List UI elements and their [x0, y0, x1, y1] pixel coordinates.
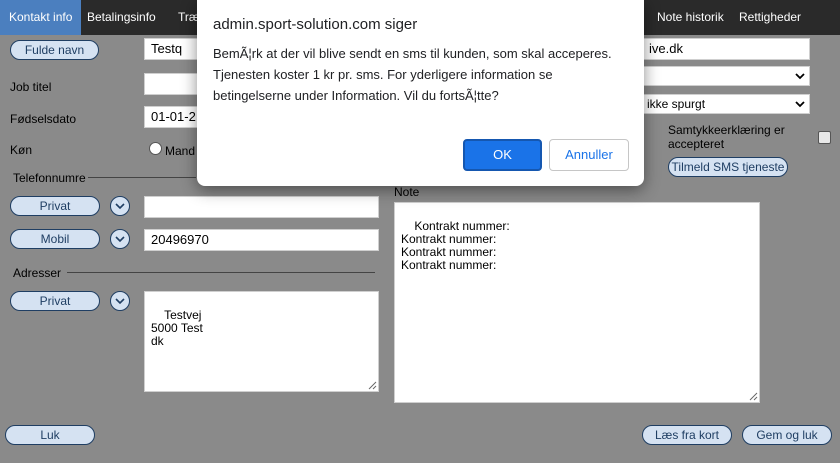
address-section-label: Adresser — [13, 266, 62, 280]
input-value: Testq — [151, 41, 183, 56]
tab-label: Kontakt info — [9, 10, 73, 24]
select-field-1[interactable] — [643, 66, 810, 86]
phone1-type-button[interactable]: Privat — [10, 196, 100, 216]
job-title-label: Job titel — [10, 80, 52, 94]
address-type-dropdown[interactable] — [110, 291, 130, 311]
chevron-down-icon — [115, 298, 125, 305]
email-input[interactable]: ive.dk — [643, 38, 810, 60]
confirm-dialog: admin.sport-solution.com siger BemÃ¦rk a… — [197, 0, 644, 186]
tab-label: Rettigheder — [739, 10, 802, 24]
address-type-button[interactable]: Privat — [10, 291, 100, 311]
phone1-type-dropdown[interactable] — [110, 196, 130, 216]
note-label: Note — [394, 185, 420, 199]
textarea-value: Kontrakt nummer: Kontrakt nummer: Kontra… — [401, 219, 510, 272]
tab-label: Note historik — [657, 10, 724, 24]
consent-label: Samtykkeerklæring er accepteret — [668, 123, 785, 151]
consent-checkbox[interactable] — [818, 131, 831, 144]
full-name-button[interactable]: Fulde navn — [10, 40, 99, 60]
button-label: OK — [493, 147, 512, 162]
ok-button[interactable]: OK — [463, 139, 542, 171]
phone2-input[interactable]: 20496970 — [144, 229, 379, 251]
phone2-type-button[interactable]: Mobil — [10, 229, 100, 249]
chevron-down-icon — [115, 203, 125, 210]
phone2-type-dropdown[interactable] — [110, 229, 130, 249]
gender-label: Køn — [10, 143, 33, 157]
phone1-input[interactable] — [144, 196, 379, 218]
button-label: Læs fra kort — [654, 428, 720, 442]
button-label: Fulde navn — [24, 43, 85, 57]
button-label: Luk — [40, 428, 60, 442]
full-name-input[interactable]: Testq — [144, 38, 204, 60]
button-label: Tilmeld SMS tjeneste — [671, 160, 785, 174]
sms-signup-button[interactable]: Tilmeld SMS tjeneste — [668, 157, 788, 177]
tab-note-historik[interactable]: Note historik — [657, 0, 724, 35]
birthdate-input[interactable]: 01-01-2 — [144, 106, 204, 128]
read-card-button[interactable]: Læs fra kort — [642, 425, 732, 445]
button-label: Mobil — [40, 232, 70, 246]
select-field-2[interactable]: ikke spurgt — [643, 94, 810, 114]
address-textarea[interactable]: Testvej 5000 Test dk — [144, 291, 379, 392]
chevron-down-icon — [795, 101, 805, 108]
tab-betalingsinfo[interactable]: Betalingsinfo — [87, 0, 156, 35]
chevron-down-icon — [115, 236, 125, 243]
birthdate-label: Fødselsdato — [10, 112, 77, 126]
divider — [67, 272, 375, 273]
gender-male-label: Mand — [165, 144, 196, 158]
resize-grip-icon[interactable] — [749, 392, 758, 401]
select-value: ikke spurgt — [647, 97, 706, 111]
button-label: Privat — [39, 294, 71, 308]
tab-kontakt-info[interactable]: Kontakt info — [0, 0, 82, 35]
tab-rettigheder[interactable]: Rettigheder — [739, 0, 801, 35]
dialog-message: BemÃ¦rk at der vil blive sendt en sms ti… — [213, 46, 612, 103]
textarea-value: Testvej 5000 Test dk — [151, 308, 203, 348]
resize-grip-icon[interactable] — [368, 381, 377, 390]
gender-male-radio[interactable] — [149, 142, 162, 155]
tab-label: Betalingsinfo — [87, 10, 156, 24]
button-label: Privat — [39, 199, 71, 213]
phone-section-label: Telefonnumre — [13, 171, 86, 185]
cancel-button[interactable]: Annuller — [549, 139, 629, 171]
note-textarea[interactable]: Kontrakt nummer: Kontrakt nummer: Kontra… — [394, 202, 760, 403]
button-label: Annuller — [565, 147, 613, 162]
input-value: 20496970 — [151, 232, 209, 247]
divider — [88, 177, 196, 178]
close-button[interactable]: Luk — [5, 425, 95, 445]
job-title-input[interactable] — [144, 73, 204, 95]
button-label: Gem og luk — [756, 428, 818, 442]
save-and-close-button[interactable]: Gem og luk — [742, 425, 832, 445]
chevron-down-icon — [795, 73, 805, 80]
dialog-title: admin.sport-solution.com siger — [213, 16, 418, 33]
input-value: 01-01-2 — [151, 109, 196, 124]
input-value: ive.dk — [649, 41, 683, 56]
